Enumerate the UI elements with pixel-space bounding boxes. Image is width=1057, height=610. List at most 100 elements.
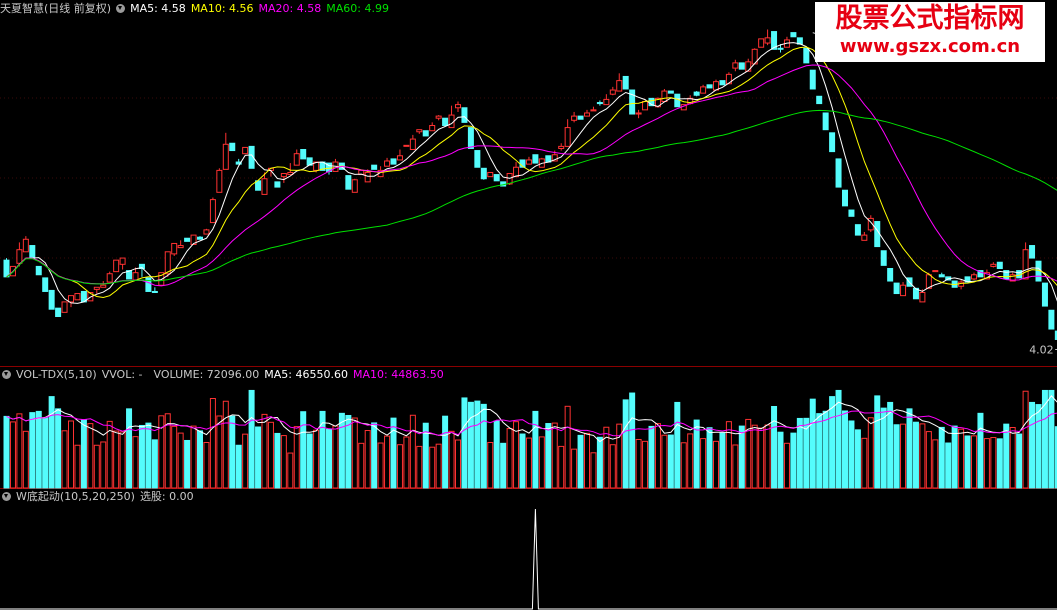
candle [732,62,739,69]
volume-bar [661,434,668,489]
ma10-label: MA10: 4.56 [190,2,254,15]
candle [525,159,532,165]
candle [971,274,977,280]
volume-bar [635,438,642,489]
volume-bar [274,432,281,489]
volume-bar [461,397,468,489]
volume-bar [732,444,739,489]
candle [822,112,829,131]
volume-bar [925,431,932,489]
volume-bar [893,424,900,489]
ma5-label: MA5: 4.58 [130,2,186,15]
volume-bar [396,444,403,489]
ind-settings-icon[interactable] [2,492,11,501]
candle [1048,309,1055,330]
candle [151,290,158,294]
vol-indicator-name: VOL-TDX(5,10) [16,368,97,381]
volume-bar [1022,390,1029,489]
volume-bar [861,437,868,489]
candle [474,150,481,168]
volume-bar [932,439,939,489]
ind-header: W底起动(10,5,20,250) 选股: 0.00 [0,489,199,505]
candle [422,130,429,137]
candle [371,164,378,170]
volume-bar [996,438,1003,489]
volume-bar [835,389,842,489]
candle [280,173,287,178]
candle [74,293,81,301]
candle [293,153,300,166]
candle [242,146,249,155]
candle [790,32,797,38]
main-settings-icon[interactable] [116,4,126,13]
candle [22,238,29,253]
volume-bar [764,424,771,489]
candle [816,95,823,105]
candle [590,109,597,112]
watermark-url: www.gszx.com.cn [839,36,1021,57]
vol-settings-icon[interactable] [2,370,11,379]
volume-bar [958,428,965,489]
volume-bar [113,430,120,489]
volume-bar [364,430,371,489]
volume-bar [564,405,571,489]
candle [300,149,307,160]
volume-bar [796,417,803,489]
volume-bar [500,442,507,489]
main-header: 天夏智慧(日线 前复权) MA5: 4.58 MA10: 4.56 MA20: 4.5… [0,1,394,17]
kline-chart[interactable]: 6.964.02 [0,0,1057,610]
volume-bar [326,428,332,489]
volume-bar [287,452,294,489]
candle [384,160,391,167]
candle [1041,282,1048,307]
candle [216,169,223,193]
volume-bar [455,439,461,489]
volume-bar [1003,423,1010,489]
candle [642,101,649,111]
candle [693,91,700,96]
candle [487,171,494,178]
volume-bar [197,430,203,489]
volume-bar [429,446,436,489]
candle [990,263,997,267]
volume-bar [525,437,532,489]
volume-bar [519,433,526,489]
volume-bar [177,432,184,489]
candle [745,61,752,72]
volume-bar [751,424,758,489]
volume-bar [596,436,603,489]
candle [932,270,939,273]
candle [184,237,191,242]
volume-bar [713,440,719,489]
candle [667,90,674,94]
stock-title: 天夏智慧(日线 前复权) [0,2,112,15]
volume-bar [222,400,229,489]
volume-bar [977,412,984,489]
candle [584,112,590,117]
candle [61,301,68,313]
volume-bar [887,401,894,489]
ma20-label: MA20: 4.58 [258,2,322,15]
volume-bar [809,398,816,489]
volume-bar [900,423,907,489]
candle [571,115,578,121]
volume-bar [55,408,62,489]
volume-bar [126,408,133,489]
candle [842,189,848,207]
candle [854,224,861,236]
volume-bar [87,423,94,489]
volume-bar [538,436,545,489]
candle [493,174,500,182]
candle [738,62,745,70]
volume-bar [654,423,661,489]
volume-bar [848,420,855,489]
volume-bar [1035,404,1042,489]
candle [35,265,42,276]
vol-ma5-label: MA5: 46550.60 [264,368,348,381]
volume-bar [242,433,249,489]
volume-bar [306,433,313,489]
vvol-label: VVOL: - [101,368,143,381]
volume-bar [235,444,242,489]
volume-bar [132,436,139,489]
volume-bar [29,412,36,489]
